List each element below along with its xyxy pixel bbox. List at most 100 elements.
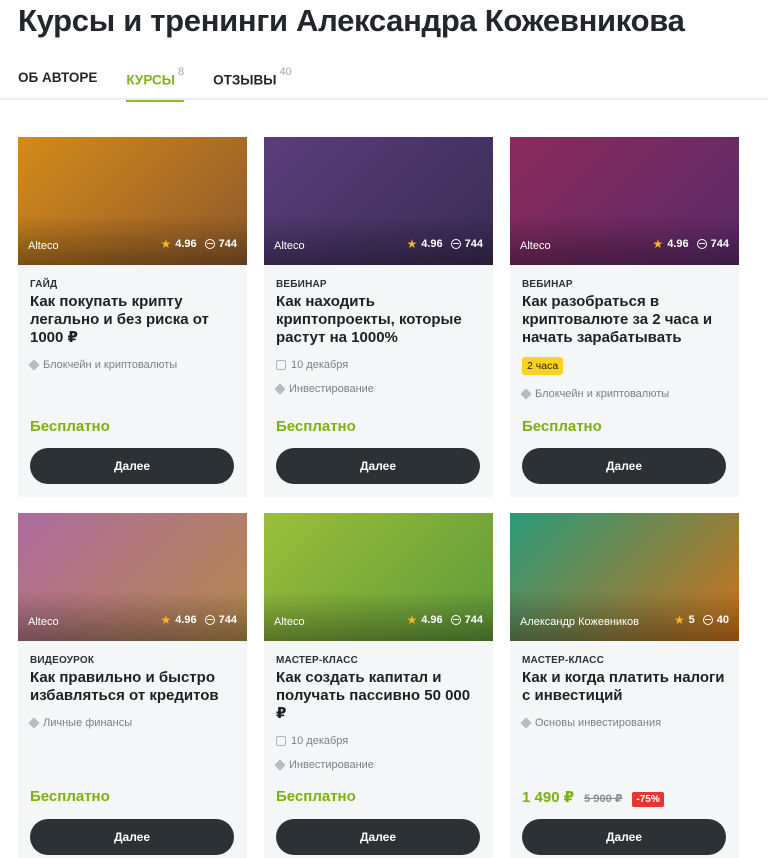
course-thumbnail[interactable]: Alteco ★ 4.96 744 [510, 137, 739, 265]
tag-icon [274, 759, 286, 771]
price-value: Бесплатно [522, 418, 602, 435]
star-icon: ★ [406, 613, 418, 627]
details-button[interactable]: Далее [30, 819, 234, 855]
course-price: Бесплатно [30, 788, 110, 805]
course-price: Бесплатно [276, 788, 356, 805]
course-rating: ★ 4.96 744 [160, 237, 237, 251]
course-thumbnail[interactable]: Alteco ★ 4.96 744 [18, 137, 247, 265]
reviews-count: 744 [218, 238, 237, 250]
course-author: Alteco [28, 240, 59, 252]
rating-value: 4.96 [421, 238, 443, 250]
course-date: 10 декабря [276, 359, 348, 371]
course-title[interactable]: Как покупать крипту легально и без риска… [30, 293, 237, 347]
course-title[interactable]: Как находить криптопроекты, которые раст… [276, 293, 483, 347]
course-category[interactable]: Основы инвестирования [520, 717, 662, 729]
rating-value: 4.96 [421, 614, 443, 626]
course-card[interactable]: Alteco ★ 4.96 744 ГАЙД Как покупать крипту ле… [18, 137, 247, 497]
date-text: 10 декабря [291, 735, 349, 747]
price-value: Бесплатно [30, 418, 110, 435]
reviews-icon [450, 239, 461, 249]
tag-icon [28, 717, 40, 729]
course-category[interactable]: Инвестирование [274, 383, 374, 395]
course-rating: ★ 4.96 744 [652, 237, 729, 251]
reviews-icon [204, 615, 215, 625]
old-price: 5 900 ₽ [584, 793, 623, 805]
course-price: Бесплатно [522, 418, 602, 435]
course-thumbnail[interactable]: Alteco ★ 4.96 744 [264, 137, 493, 265]
course-author: Alteco [520, 240, 551, 252]
star-icon: ★ [160, 613, 172, 627]
course-rating: ★ 4.96 744 [160, 613, 237, 627]
price-value: Бесплатно [276, 418, 356, 435]
category-text: Блокчейн и криптовалюты [43, 359, 178, 371]
course-title[interactable]: Как и когда платить налоги с инвестиций [522, 669, 729, 705]
duration-badge: 2 часа [522, 357, 564, 375]
star-icon: ★ [406, 237, 418, 251]
course-card[interactable]: Alteco ★ 4.96 744 ВЕБИНАР Как разобраться в к… [510, 137, 739, 497]
category-text: Личные финансы [43, 717, 133, 729]
reviews-icon [204, 239, 215, 249]
reviews-count: 744 [464, 614, 483, 626]
course-category[interactable]: Личные финансы [28, 717, 133, 729]
course-card[interactable]: Alteco ★ 4.96 744 МАСТЕР-КЛАСС Как создать ка… [264, 513, 493, 858]
reviews-icon [702, 615, 713, 625]
category-text: Блокчейн и криптовалюты [535, 388, 670, 400]
course-category[interactable]: Инвестирование [274, 759, 374, 771]
details-button[interactable]: Далее [30, 448, 234, 484]
tab-about-author[interactable]: ОБ АВТОРЕ [18, 70, 97, 100]
date-text: 10 декабря [291, 359, 349, 371]
course-thumbnail[interactable]: Александр Кожевников ★ 5 40 [510, 513, 739, 641]
details-button[interactable]: Далее [276, 448, 480, 484]
tab-count: 8 [177, 66, 185, 78]
course-author: Александр Кожевников [520, 616, 639, 628]
course-author: Alteco [274, 240, 305, 252]
course-type: ВЕБИНАР [522, 279, 573, 290]
price-value: Бесплатно [30, 788, 110, 805]
reviews-icon [450, 615, 461, 625]
details-button[interactable]: Далее [522, 819, 726, 855]
tag-icon [520, 717, 532, 729]
tag-icon [520, 388, 532, 400]
reviews-count: 40 [716, 614, 729, 626]
star-icon: ★ [673, 613, 685, 627]
tab-count: 40 [279, 66, 292, 78]
course-card[interactable]: Alteco ★ 4.96 744 ВИДЕОУРОК Как правильно и б… [18, 513, 247, 858]
tab-reviews[interactable]: ОТЗЫВЫ40 [213, 66, 292, 100]
rating-value: 4.96 [667, 238, 689, 250]
course-title[interactable]: Как разобраться в криптовалюте за 2 часа… [522, 293, 729, 347]
reviews-count: 744 [464, 238, 483, 250]
course-type: МАСТЕР-КЛАСС [276, 655, 358, 666]
course-author: Alteco [274, 616, 305, 628]
course-title[interactable]: Как создать капитал и получать пассивно … [276, 669, 483, 723]
tab-label: ОБ АВТОРЕ [18, 70, 98, 85]
course-price: Бесплатно [276, 418, 356, 435]
course-price: Бесплатно [30, 418, 110, 435]
tab-courses[interactable]: КУРСЫ8 [126, 66, 184, 101]
category-text: Инвестирование [289, 759, 374, 771]
course-rating: ★ 5 40 [674, 613, 729, 627]
category-text: Инвестирование [289, 383, 374, 395]
course-rating: ★ 4.96 744 [406, 237, 483, 251]
course-thumbnail[interactable]: Alteco ★ 4.96 744 [18, 513, 247, 641]
course-category[interactable]: Блокчейн и криптовалюты [520, 388, 670, 400]
calendar-icon [276, 360, 286, 370]
tag-icon [28, 359, 40, 371]
star-icon: ★ [160, 237, 172, 251]
course-date: 10 декабря [276, 735, 348, 747]
course-category[interactable]: Блокчейн и криптовалюты [28, 359, 178, 371]
course-thumbnail[interactable]: Alteco ★ 4.96 744 [264, 513, 493, 641]
rating-value: 5 [688, 614, 695, 626]
details-button[interactable]: Далее [522, 448, 726, 484]
details-button[interactable]: Далее [276, 819, 480, 855]
tabs-divider [0, 98, 768, 100]
discount-badge: -75% [632, 792, 664, 807]
course-card[interactable]: Александр Кожевников ★ 5 40 МАСТЕР-КЛАСС Как … [510, 513, 739, 858]
tab-label: КУРСЫ [126, 72, 175, 88]
rating-value: 4.96 [175, 614, 197, 626]
tag-icon [274, 383, 286, 395]
course-title[interactable]: Как правильно и быстро избавляться от кр… [30, 669, 237, 705]
category-text: Основы инвестирования [535, 717, 662, 729]
course-author: Alteco [28, 616, 59, 628]
course-card[interactable]: Alteco ★ 4.96 744 ВЕБИНАР Как находить крипто… [264, 137, 493, 497]
rating-value: 4.96 [175, 238, 197, 250]
